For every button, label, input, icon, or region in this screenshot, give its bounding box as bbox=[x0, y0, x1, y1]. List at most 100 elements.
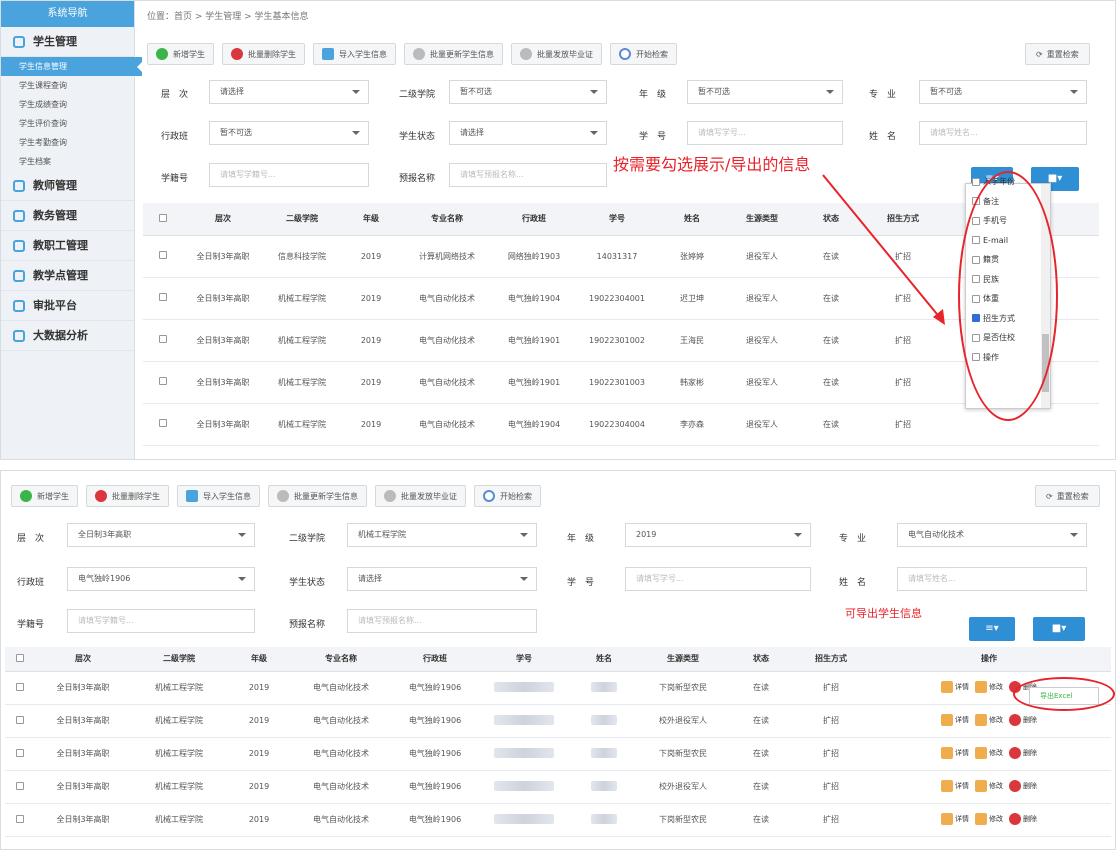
pre-name-input[interactable]: 请填写预报名称... bbox=[449, 163, 607, 187]
status-select[interactable]: 请选择 bbox=[449, 121, 607, 145]
reg-no-input-2[interactable]: 请填写学籍号... bbox=[67, 609, 255, 633]
row-checkbox[interactable] bbox=[5, 770, 35, 804]
column-header[interactable]: 学号 bbox=[575, 203, 659, 236]
major-select[interactable]: 暂不可选 bbox=[919, 80, 1087, 104]
class-select-2[interactable]: 电气独岭1906 bbox=[67, 567, 255, 591]
import-button-2[interactable]: 导入学生信息 bbox=[177, 485, 260, 507]
sidebar-item-archive[interactable]: 学生档案 bbox=[1, 152, 134, 171]
details-button[interactable]: 详情 bbox=[941, 779, 969, 792]
checkbox[interactable] bbox=[16, 748, 24, 757]
edit-button[interactable]: 修改 bbox=[975, 680, 1003, 693]
batch-update-button[interactable]: 批量更新学生信息 bbox=[404, 43, 503, 65]
column-header[interactable]: 层次 bbox=[35, 647, 131, 672]
edit-button[interactable]: 修改 bbox=[975, 779, 1003, 792]
column-header[interactable]: 招生方式 bbox=[795, 647, 867, 672]
column-header[interactable]: 专业名称 bbox=[401, 203, 493, 236]
checkbox[interactable] bbox=[16, 814, 24, 823]
college-select-2[interactable]: 机械工程学院 bbox=[347, 523, 537, 547]
student-no-input-2[interactable]: 请填写学号... bbox=[625, 567, 811, 591]
column-header[interactable]: 姓名 bbox=[659, 203, 725, 236]
row-checkbox[interactable] bbox=[5, 704, 35, 738]
major-select-2[interactable]: 电气自动化技术 bbox=[897, 523, 1087, 547]
row-checkbox[interactable] bbox=[143, 277, 183, 320]
edit-button[interactable]: 修改 bbox=[975, 713, 1003, 726]
column-header[interactable]: 生源类型 bbox=[725, 203, 799, 236]
sidebar-section-approval[interactable]: 审批平台 bbox=[1, 291, 134, 321]
batch-delete-button-2[interactable]: 批量删除学生 bbox=[86, 485, 169, 507]
row-checkbox[interactable] bbox=[5, 737, 35, 771]
batch-cert-button-2[interactable]: 批量发放毕业证 bbox=[375, 485, 466, 507]
details-button[interactable]: 详情 bbox=[941, 680, 969, 693]
export-toggle-button-2[interactable]: ■▾ bbox=[1033, 617, 1085, 641]
column-header[interactable]: 二级学院 bbox=[263, 203, 341, 236]
name-input-2[interactable]: 请填写姓名... bbox=[897, 567, 1087, 591]
delete-button[interactable]: 删除 bbox=[1009, 713, 1037, 726]
sidebar-section-student[interactable]: 学生管理 bbox=[1, 27, 134, 57]
details-button[interactable]: 详情 bbox=[941, 713, 969, 726]
college-select[interactable]: 暂不可选 bbox=[449, 80, 607, 104]
sidebar-item-attendance[interactable]: 学生考勤查询 bbox=[1, 133, 134, 152]
row-checkbox[interactable] bbox=[143, 361, 183, 404]
select-all-checkbox-2[interactable] bbox=[5, 647, 35, 672]
sidebar-section-site[interactable]: 教学点管理 bbox=[1, 261, 134, 291]
row-checkbox[interactable] bbox=[143, 235, 183, 278]
checkbox[interactable] bbox=[159, 251, 167, 259]
sidebar-section-academic[interactable]: 教务管理 bbox=[1, 201, 134, 231]
checkbox[interactable] bbox=[159, 419, 167, 427]
column-header[interactable]: 专业名称 bbox=[291, 647, 391, 672]
sidebar-item-score[interactable]: 学生成绩查询 bbox=[1, 95, 134, 114]
name-input[interactable]: 请填写姓名... bbox=[919, 121, 1087, 145]
column-header[interactable]: 姓名 bbox=[569, 647, 639, 672]
checkbox[interactable] bbox=[972, 177, 980, 186]
row-checkbox[interactable] bbox=[143, 403, 183, 446]
search-button[interactable]: 开始检索 bbox=[610, 43, 677, 65]
level-select-2[interactable]: 全日制3年高职 bbox=[67, 523, 255, 547]
checkbox[interactable] bbox=[159, 293, 167, 301]
reset-search-button-2[interactable]: ⟳ 重置检索 bbox=[1035, 485, 1100, 507]
status-select-2[interactable]: 请选择 bbox=[347, 567, 537, 591]
batch-delete-button[interactable]: 批量删除学生 bbox=[222, 43, 305, 65]
class-select[interactable]: 暂不可选 bbox=[209, 121, 369, 145]
search-button-2[interactable]: 开始检索 bbox=[474, 485, 541, 507]
sidebar-item-evaluation[interactable]: 学生评价查询 bbox=[1, 114, 134, 133]
column-header[interactable]: 行政班 bbox=[391, 647, 479, 672]
reg-no-input[interactable]: 请填写学籍号... bbox=[209, 163, 369, 187]
column-header[interactable]: 生源类型 bbox=[639, 647, 727, 672]
column-header[interactable]: 年级 bbox=[341, 203, 401, 236]
column-header[interactable]: 状态 bbox=[727, 647, 795, 672]
row-checkbox[interactable] bbox=[5, 803, 35, 837]
column-header[interactable]: 层次 bbox=[183, 203, 263, 236]
sidebar-item-student-info[interactable]: 学生信息管理 bbox=[1, 57, 142, 76]
delete-button[interactable]: 删除 bbox=[1009, 779, 1037, 792]
delete-button[interactable]: 删除 bbox=[1009, 812, 1037, 825]
row-checkbox[interactable] bbox=[5, 671, 35, 705]
row-checkbox[interactable] bbox=[143, 319, 183, 362]
sidebar-item-course[interactable]: 学生课程查询 bbox=[1, 76, 134, 95]
column-header[interactable]: 操作 bbox=[867, 647, 1111, 672]
add-student-button[interactable]: 新增学生 bbox=[147, 43, 214, 65]
edit-button[interactable]: 修改 bbox=[975, 812, 1003, 825]
details-button[interactable]: 详情 bbox=[941, 746, 969, 759]
sidebar-section-bigdata[interactable]: 大数据分析 bbox=[1, 321, 134, 351]
grade-select-2[interactable]: 2019 bbox=[625, 523, 811, 547]
column-header[interactable]: 年级 bbox=[227, 647, 291, 672]
batch-cert-button[interactable]: 批量发放毕业证 bbox=[511, 43, 602, 65]
checkbox[interactable] bbox=[16, 781, 24, 790]
checkbox[interactable] bbox=[16, 715, 24, 724]
checkbox[interactable] bbox=[159, 377, 167, 385]
level-select[interactable]: 请选择 bbox=[209, 80, 369, 104]
pre-name-input-2[interactable]: 请填写预报名称... bbox=[347, 609, 537, 633]
student-no-input[interactable]: 请填写学号... bbox=[687, 121, 843, 145]
add-student-button-2[interactable]: 新增学生 bbox=[11, 485, 78, 507]
delete-button[interactable]: 删除 bbox=[1009, 746, 1037, 759]
import-button[interactable]: 导入学生信息 bbox=[313, 43, 396, 65]
column-header[interactable]: 学号 bbox=[479, 647, 569, 672]
checkbox[interactable] bbox=[159, 335, 167, 343]
edit-button[interactable]: 修改 bbox=[975, 746, 1003, 759]
column-header[interactable]: 行政班 bbox=[493, 203, 575, 236]
sidebar-section-staff[interactable]: 教职工管理 bbox=[1, 231, 134, 261]
checkbox[interactable] bbox=[16, 682, 24, 691]
grade-select[interactable]: 暂不可选 bbox=[687, 80, 843, 104]
column-header[interactable]: 二级学院 bbox=[131, 647, 227, 672]
batch-update-button-2[interactable]: 批量更新学生信息 bbox=[268, 485, 367, 507]
